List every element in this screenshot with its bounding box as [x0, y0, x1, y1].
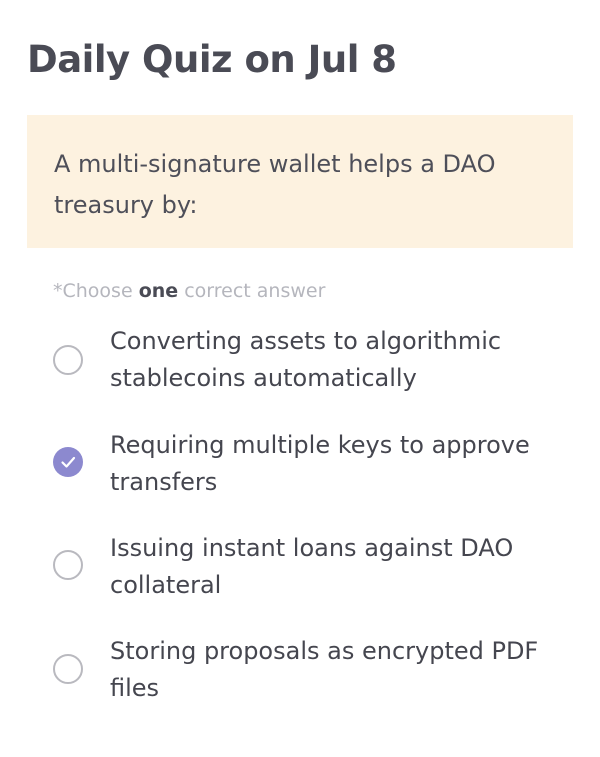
question-card: A multi-signature wallet helps a DAO tre…: [27, 115, 573, 248]
radio-button-icon[interactable]: [53, 550, 83, 580]
check-icon: [61, 456, 76, 468]
question-text: A multi-signature wallet helps a DAO tre…: [54, 150, 496, 219]
answer-option-1[interactable]: Converting assets to algorithmic stablec…: [53, 323, 573, 397]
instruction-suffix: correct answer: [178, 280, 326, 302]
answer-option-2[interactable]: Requiring multiple keys to approve trans…: [53, 427, 573, 501]
instruction-prefix: *Choose: [53, 280, 139, 302]
answer-option-label: Issuing instant loans against DAO collat…: [110, 534, 514, 599]
answer-option-3[interactable]: Issuing instant loans against DAO collat…: [53, 530, 573, 604]
radio-button-icon[interactable]: [53, 345, 83, 375]
answer-option-label: Requiring multiple keys to approve trans…: [110, 431, 530, 496]
answer-instruction: *Choose one correct answer: [53, 280, 325, 302]
radio-button-icon[interactable]: [53, 654, 83, 684]
page-title: Daily Quiz on Jul 8: [27, 38, 397, 81]
answer-option-label: Converting assets to algorithmic stablec…: [110, 327, 502, 392]
radio-button-selected-icon[interactable]: [53, 447, 83, 477]
answer-option-4[interactable]: Storing proposals as encrypted PDF files: [53, 633, 573, 707]
instruction-emphasis: one: [138, 280, 179, 302]
answer-option-label: Storing proposals as encrypted PDF files: [110, 637, 539, 702]
